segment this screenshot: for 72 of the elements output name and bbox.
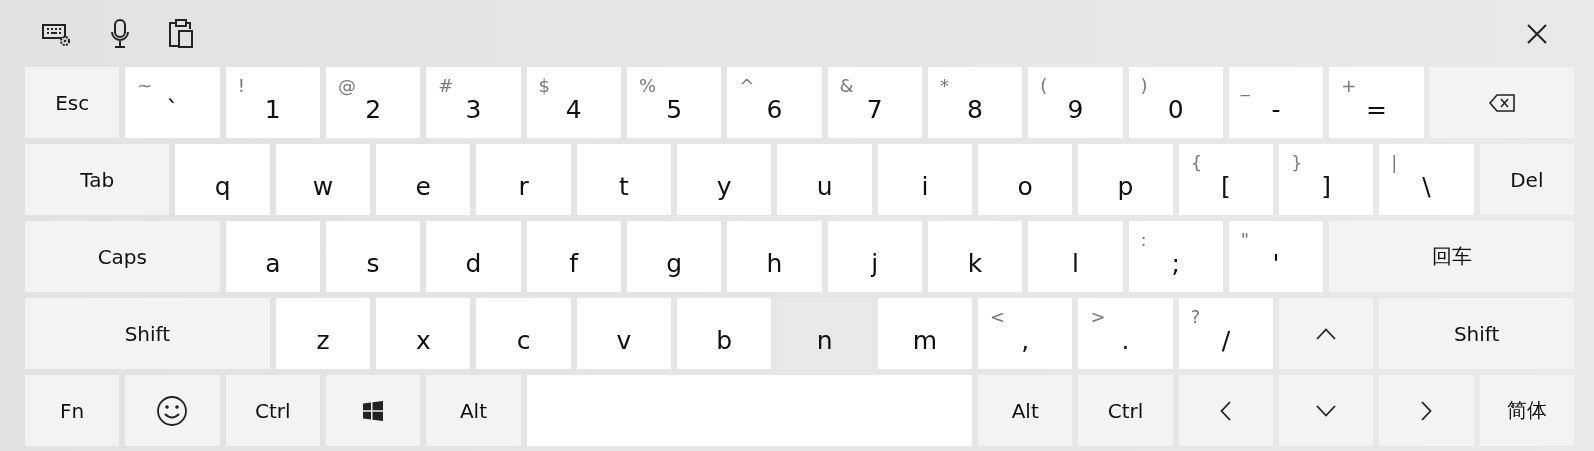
function-key[interactable]: Alt (978, 375, 1073, 446)
character-key[interactable]: } ] (1279, 144, 1374, 215)
character-key[interactable]: ! 1 (225, 67, 320, 138)
character-key[interactable]: w (275, 144, 371, 215)
function-key[interactable]: Tab (25, 144, 170, 215)
smiley-icon (156, 394, 189, 427)
character-key[interactable]: b (677, 298, 772, 369)
character-key[interactable]: { [ (1178, 144, 1274, 215)
chevron-left-icon (1220, 400, 1232, 421)
function-key[interactable]: Ctrl (225, 375, 320, 446)
character-key[interactable]: v (576, 298, 672, 369)
function-key[interactable]: Caps (25, 221, 220, 292)
microphone-icon[interactable] (110, 18, 130, 49)
character-key[interactable]: $ 4 (526, 67, 621, 138)
chevron-up-icon (1316, 327, 1337, 340)
character-key[interactable]: ( 9 (1028, 67, 1123, 138)
character-key[interactable]: _ - (1228, 67, 1324, 138)
character-key[interactable]: c (476, 298, 571, 369)
windows-logo-icon (363, 400, 384, 421)
character-key[interactable]: # 3 (426, 67, 521, 138)
character-key[interactable]: < , (978, 298, 1073, 369)
character-key[interactable]: % 5 (626, 67, 722, 138)
character-key[interactable]: ? / (1178, 298, 1274, 369)
close-icon[interactable] (1526, 22, 1548, 45)
function-key[interactable]: Alt (426, 375, 521, 446)
character-key[interactable]: r (476, 144, 571, 215)
chevron-right-icon (1421, 400, 1432, 421)
character-key[interactable]: f (526, 221, 621, 292)
windows-key[interactable] (325, 375, 421, 446)
character-key[interactable]: > . (1078, 298, 1173, 369)
function-key[interactable]: Shift (25, 298, 270, 369)
character-key[interactable]: j (827, 221, 922, 292)
character-key[interactable]: l (1028, 221, 1123, 292)
function-key[interactable]: Shift (1379, 298, 1574, 369)
chevron-down-icon (1316, 404, 1337, 417)
character-key[interactable]: & 7 (827, 67, 922, 138)
function-key[interactable]: Del (1479, 144, 1574, 215)
character-key[interactable]: ~ ` (125, 67, 220, 138)
character-key[interactable]: u (777, 144, 872, 215)
emoji-key[interactable] (125, 375, 220, 446)
character-key[interactable]: x (376, 298, 471, 369)
character-key[interactable]: p (1078, 144, 1173, 215)
character-key[interactable]: h (727, 221, 822, 292)
backspace-icon (1488, 93, 1515, 112)
character-key[interactable]: z (275, 298, 371, 369)
character-key[interactable]: + = (1329, 67, 1424, 138)
character-key[interactable]: g (626, 221, 722, 292)
character-key[interactable]: ) 0 (1128, 67, 1223, 138)
character-key[interactable]: @ 2 (325, 67, 421, 138)
character-key[interactable]: y (677, 144, 772, 215)
character-key[interactable]: q (175, 144, 270, 215)
function-key[interactable]: Esc (25, 67, 120, 138)
character-key[interactable]: d (426, 221, 521, 292)
function-key[interactable]: 简体 (1479, 375, 1574, 446)
character-key[interactable]: m (877, 298, 973, 369)
character-key[interactable]: o (978, 144, 1073, 215)
character-key[interactable]: a (225, 221, 320, 292)
character-key[interactable]: ^ 6 (727, 67, 822, 138)
character-key[interactable]: * 8 (927, 67, 1023, 138)
clipboard-icon[interactable] (168, 18, 194, 49)
character-key[interactable]: t (576, 144, 672, 215)
character-key[interactable]: " ' (1228, 221, 1324, 292)
character-key[interactable]: | \ (1379, 144, 1474, 215)
character-key[interactable]: i (877, 144, 973, 215)
function-key[interactable]: Ctrl (1078, 375, 1173, 446)
character-key[interactable]: s (325, 221, 421, 292)
function-key[interactable]: Fn (25, 375, 120, 446)
character-key[interactable]: k (927, 221, 1023, 292)
character-key[interactable]: : ; (1128, 221, 1223, 292)
character-key[interactable]: e (376, 144, 471, 215)
function-key[interactable]: 回车 (1329, 221, 1574, 292)
character-key[interactable]: n (777, 298, 872, 369)
